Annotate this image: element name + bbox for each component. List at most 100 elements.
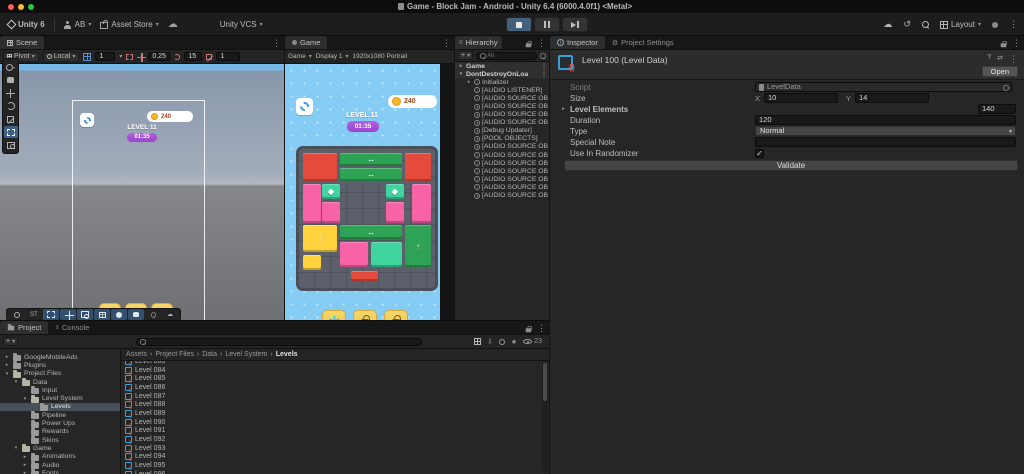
row-more-menu[interactable]: ⋮ (541, 63, 547, 70)
project-tree-folder-animations[interactable]: ▸Animations (0, 453, 120, 461)
asset-row-level-090[interactable]: Level 090 (121, 418, 541, 427)
scale-snap-field[interactable]: 1 (216, 52, 240, 61)
rect-overlay-button[interactable] (43, 309, 59, 320)
transform-tool-button[interactable] (4, 139, 18, 151)
cloud-services-button[interactable]: ☁ (883, 19, 892, 30)
step-button[interactable] (562, 17, 588, 32)
pause-button[interactable] (534, 17, 560, 32)
asset-row-level-096[interactable]: Level 096 (121, 470, 541, 474)
hierarchy-search-input[interactable]: All (476, 52, 537, 60)
hierarchy-object-row[interactable]: [AUDIO SOURCE OB (455, 167, 549, 175)
lighting-toggle-button[interactable] (111, 309, 127, 320)
tab-scene[interactable]: Scene (0, 36, 44, 49)
hierarchy-object-row[interactable]: [AUDIO SOURCE OB (455, 151, 549, 159)
hierarchy-object-row[interactable]: [AUDIO LISTENER] (455, 86, 549, 94)
search-by-type-icon[interactable] (540, 53, 546, 58)
view-options-button[interactable] (94, 309, 110, 320)
puzzle-block[interactable] (412, 184, 431, 223)
lock-icon[interactable] (1001, 40, 1007, 46)
project-tree-folder-fonts[interactable]: ▸Fonts (0, 469, 120, 474)
project-tree-folder-audio[interactable]: ▸Audio (0, 461, 120, 469)
lock-icon[interactable] (526, 40, 532, 46)
inspector-more-menu[interactable]: ⋮ (1012, 38, 1021, 49)
create-object-button[interactable]: +▾ (458, 51, 473, 60)
account-dropdown[interactable]: AB▾ (64, 20, 92, 29)
project-tree-folder-skins[interactable]: Skins (0, 436, 120, 444)
puzzle-block[interactable]: ◆ (322, 184, 340, 199)
puzzle-block[interactable]: ◆ (386, 184, 404, 199)
rect-tool-button[interactable] (4, 126, 18, 138)
audio-toggle-button[interactable] (128, 309, 144, 320)
puzzle-block[interactable]: ↔ (340, 153, 403, 166)
asset-row-level-091[interactable]: Level 091 (121, 427, 541, 436)
toolbar-more-menu[interactable]: ⋮ (1009, 19, 1018, 30)
hierarchy-object-row[interactable]: [AUDIO SOURCE OB (455, 111, 549, 119)
hierarchy-object-row[interactable]: [POOL OBJECTS] (455, 135, 549, 143)
puzzle-board[interactable]: ↔↔◆◆↑↔↑ (296, 146, 438, 291)
camera-overlay-button[interactable] (77, 309, 93, 320)
snap-toggle-icon[interactable] (126, 54, 133, 60)
row-more-menu[interactable]: ⋮ (541, 71, 547, 78)
rotate-snap-icon[interactable] (174, 54, 180, 60)
handle-orientation-toggle[interactable]: Local▾ (43, 52, 80, 62)
import-icon[interactable]: ⇩ (487, 338, 493, 346)
hierarchy-object-row[interactable]: [Debug Updater] (455, 127, 549, 135)
inspector-context-menu[interactable]: ⋮ (1009, 54, 1018, 65)
display-dropdown[interactable]: Display 1▾ (316, 53, 349, 60)
grid-visibility-icon[interactable] (83, 53, 91, 61)
filter-by-label-icon[interactable] (499, 339, 505, 345)
freeze-booster-button[interactable]: 0 (322, 310, 346, 320)
hierarchy-object-row[interactable]: [AUDIO SOURCE OB (455, 119, 549, 127)
use-in-randomizer-checkbox[interactable]: ✓ (755, 149, 764, 158)
hidden-packages-count[interactable]: 23 (523, 338, 542, 345)
favorites-star-icon[interactable]: ★ (511, 338, 517, 346)
duration-field[interactable]: 120 (755, 115, 1016, 125)
project-tree-folder-power-ups[interactable]: Power Ups (0, 419, 120, 427)
locked-booster1-button[interactable]: Level 15 (353, 310, 377, 320)
scale-tool-button[interactable] (4, 113, 18, 125)
game-screen[interactable]: 240 LEVEL 11 01:35 ↔↔◆◆↑↔↑ 0 Level 15 Le… (285, 64, 440, 320)
asset-row-level-093[interactable]: Level 093 (121, 444, 541, 453)
asset-row-level-087[interactable]: Level 087 (121, 392, 541, 401)
scene-viewport[interactable]: 240 LEVEL 11 01:35 0 Level 15 Level 16 (0, 64, 285, 320)
hierarchy-object-row[interactable]: [AUDIO SOURCE OB (455, 192, 549, 200)
project-tree-folder-input[interactable]: Input (0, 386, 120, 394)
tab-project[interactable]: Project (0, 321, 48, 334)
asset-row-level-088[interactable]: Level 088 (121, 400, 541, 409)
puzzle-block[interactable]: ↔ (340, 225, 403, 239)
rotate-snap-field[interactable]: 15 (184, 52, 202, 61)
settings-button[interactable] (296, 98, 313, 115)
asset-row-level-094[interactable]: Level 094 (121, 453, 541, 462)
puzzle-block[interactable] (322, 202, 340, 223)
scrollbar[interactable] (542, 361, 548, 473)
breadcrumb-segment[interactable]: Assets (126, 351, 147, 358)
game-mode-dropdown[interactable]: Game▾ (288, 53, 312, 60)
breadcrumb-segment[interactable]: Levels (276, 351, 298, 358)
scene-tools-st-button[interactable]: ST (26, 309, 42, 320)
asset-row-level-092[interactable]: Level 092 (121, 435, 541, 444)
project-tree-folder-project-files[interactable]: ▾Project Files (0, 370, 120, 378)
hierarchy-scene-row[interactable]: ▾DontDestroyOnLoa⋮ (455, 70, 549, 78)
hierarchy-object-row[interactable]: [AUDIO SOURCE OB (455, 175, 549, 183)
tool-settings-button[interactable] (60, 309, 76, 320)
grid-size-field[interactable]: 1 (95, 52, 115, 61)
package-download-button[interactable]: ☁ (168, 20, 178, 30)
cloud-overlay-button[interactable]: ☁ (162, 309, 178, 320)
project-tree-folder-data[interactable]: ▾Data (0, 378, 120, 386)
project-tree-folder-plugins[interactable]: ▸Plugins (0, 361, 120, 369)
puzzle-block[interactable] (371, 242, 402, 267)
play-button[interactable] (506, 17, 532, 32)
tab-console[interactable]: ≡ Console (48, 321, 96, 334)
level-elements-label[interactable]: Level Elements (570, 105, 628, 114)
level-elements-count-field[interactable]: 140 (978, 104, 1016, 114)
size-y-field[interactable]: 14 (855, 93, 929, 103)
puzzle-block[interactable] (405, 153, 431, 181)
tab-inspector[interactable]: i Inspector (550, 36, 605, 49)
project-tree-folder-googlemobileads[interactable]: ▸GoogleMobileAds (0, 353, 120, 361)
puzzle-block[interactable] (386, 202, 404, 223)
presets-icon[interactable]: ⇄ (997, 54, 1003, 65)
asset-row-level-089[interactable]: Level 089 (121, 409, 541, 418)
type-dropdown[interactable]: Normal ▾ (755, 126, 1016, 136)
help-icon[interactable]: ? (987, 54, 991, 65)
unity-hub-button[interactable]: Unity 6 (8, 20, 45, 29)
